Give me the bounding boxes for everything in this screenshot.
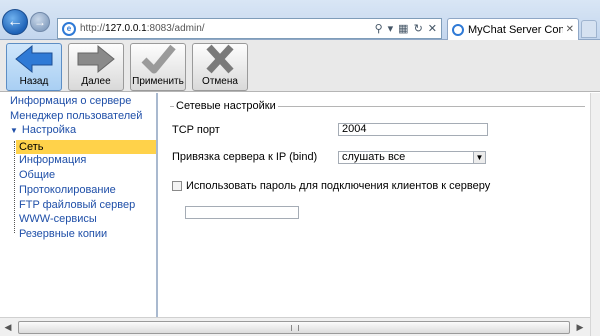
scroll-right-icon[interactable]: ▶ — [574, 321, 586, 333]
sidebar-item-general[interactable]: Общие — [19, 169, 55, 181]
chevron-down-icon[interactable]: ▼ — [473, 152, 485, 163]
use-password-label: Использовать пароль для подключения клие… — [186, 180, 491, 192]
scroll-left-icon[interactable]: ◀ — [2, 321, 14, 333]
url-prefix: http:// — [80, 23, 106, 34]
back-arrow-icon[interactable]: ← — [2, 9, 28, 35]
bind-ip-value: слушать все — [342, 151, 406, 163]
sidebar-item-ftp[interactable]: FTP файловый сервер — [19, 199, 135, 211]
apply-button-label: Применить — [132, 76, 184, 87]
search-icon[interactable]: ⚲ — [375, 22, 383, 35]
url-host: 127.0.0.1 — [105, 23, 147, 34]
close-icon[interactable]: ✕ — [566, 24, 574, 35]
group-title: Сетевые настройки — [174, 100, 278, 112]
forward-arrow-icon — [76, 44, 116, 74]
cancel-x-icon — [204, 44, 236, 74]
settings-panel: Сетевые настройки TCP порт 2004 Привязка… — [160, 93, 590, 317]
tree-connector — [14, 141, 15, 233]
collapse-triangle-icon: ▼ — [10, 126, 18, 135]
ie-page-icon: e — [62, 21, 76, 36]
checkmark-icon — [140, 44, 176, 74]
forward-button-label: Далее — [81, 76, 111, 87]
cancel-button[interactable]: Отмена — [192, 43, 248, 91]
nav-user-manager[interactable]: Менеджер пользователей — [10, 110, 142, 122]
bind-ip-select[interactable]: слушать все ▼ — [338, 151, 486, 164]
sidebar-item-backup[interactable]: Резервные копии — [19, 228, 107, 240]
network-settings-group: Сетевые настройки — [170, 100, 585, 112]
tcp-port-label: TCP порт — [172, 124, 220, 136]
right-scroll-edge — [590, 93, 600, 336]
tab-mychat-console[interactable]: MyChat Server Console ✕ — [447, 18, 579, 40]
password-input[interactable] — [185, 206, 299, 219]
dropdown-icon[interactable]: ▾ — [388, 22, 394, 35]
sidebar-nav: Информация о сервере Менеджер пользовате… — [0, 93, 158, 317]
stop-icon[interactable]: ✕ — [428, 22, 437, 35]
new-tab-button[interactable] — [581, 20, 597, 38]
browser-toolbar: ← → e http://127.0.0.1:8083/admin/ ⚲ ▾ ▦… — [0, 0, 600, 40]
nav-settings-section[interactable]: ▼ Настройка — [10, 124, 76, 136]
cancel-button-label: Отмена — [202, 76, 238, 87]
address-bar[interactable]: e http://127.0.0.1:8083/admin/ ⚲ ▾ ▦ ↻ ✕ — [57, 18, 442, 39]
forward-arrow-icon[interactable]: → — [30, 12, 50, 32]
ie-page-icon — [452, 23, 464, 36]
scroll-grip-icon — [291, 325, 299, 331]
refresh-icon[interactable]: ↻ — [414, 22, 423, 35]
url-path: :8083/admin/ — [146, 23, 205, 34]
sidebar-item-network[interactable]: Сеть — [16, 140, 156, 154]
sidebar-item-logging[interactable]: Протоколирование — [19, 184, 116, 196]
sidebar-item-info[interactable]: Информация — [19, 154, 86, 166]
tab-title: MyChat Server Console — [468, 23, 563, 36]
nav-server-info[interactable]: Информация о сервере — [10, 95, 131, 107]
scrollbar-thumb[interactable] — [18, 321, 570, 334]
back-button-label: Назад — [19, 76, 49, 87]
sidebar-item-www[interactable]: WWW-сервисы — [19, 213, 97, 225]
horizontal-scrollbar[interactable]: ◀ ▶ — [0, 317, 590, 336]
back-arrow-icon — [14, 44, 54, 74]
url-text[interactable]: http://127.0.0.1:8083/admin/ — [80, 23, 375, 34]
bind-ip-label: Привязка сервера к IP (bind) — [172, 151, 318, 163]
app-toolbar: Назад Далее Применить Отмена — [0, 40, 600, 92]
use-password-checkbox[interactable] — [172, 181, 182, 191]
tcp-port-input[interactable]: 2004 — [338, 123, 488, 136]
back-button[interactable]: Назад — [6, 43, 62, 91]
compat-icon[interactable]: ▦ — [398, 22, 408, 35]
apply-button[interactable]: Применить — [130, 43, 186, 91]
nav-settings-label: Настройка — [21, 124, 77, 136]
forward-button[interactable]: Далее — [68, 43, 124, 91]
